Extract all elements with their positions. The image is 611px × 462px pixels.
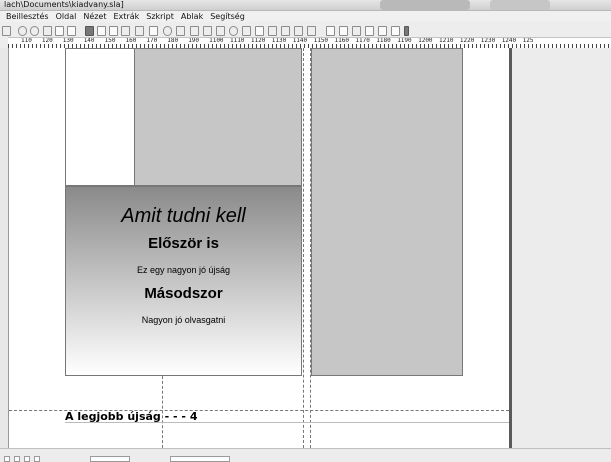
ruler-label: 1150: [313, 37, 329, 44]
status-icon-1[interactable]: [4, 456, 10, 462]
ruler-label: 1160: [334, 37, 349, 44]
image-frame-icon[interactable]: [109, 26, 118, 36]
ruler-label: 180: [167, 37, 179, 44]
headline-text: Amit tudni kell: [121, 205, 246, 227]
pdf-combobox-icon[interactable]: [365, 26, 374, 36]
freehand-icon[interactable]: [203, 26, 212, 36]
ruler-label: 1120: [250, 37, 266, 44]
zoom-field[interactable]: [90, 456, 130, 462]
ruler-label: 1110: [230, 37, 245, 44]
link-frames-icon[interactable]: [255, 26, 264, 36]
window-title: lach\Documents\kiadvany.sla]: [4, 0, 124, 9]
eyedropper-icon[interactable]: [307, 26, 316, 36]
menu-ablak[interactable]: Ablak: [181, 11, 203, 22]
ruler-label: 125: [522, 37, 534, 44]
status-icon-3[interactable]: [24, 456, 30, 462]
ruler-label: 150: [104, 37, 116, 44]
zoom-icon[interactable]: [229, 26, 238, 36]
ruler-label: 140: [83, 37, 95, 44]
page-select[interactable]: [170, 456, 230, 462]
column-guide-2: [303, 48, 304, 448]
white-text-column[interactable]: [65, 48, 135, 186]
print-icon[interactable]: [2, 26, 11, 36]
ruler-label: 160: [125, 37, 137, 44]
ruler-label: 1200: [418, 37, 433, 44]
ruler-label: 1220: [459, 37, 475, 44]
menu-beillesztes[interactable]: Beillesztés: [6, 11, 49, 22]
text-frame-icon[interactable]: [97, 26, 106, 36]
menu-szkript[interactable]: Szkript: [146, 11, 174, 22]
ruler-label: 1240: [501, 37, 517, 44]
copy-properties-icon[interactable]: [294, 26, 303, 36]
measure-icon[interactable]: [281, 26, 290, 36]
menu-oldal[interactable]: Oldal: [56, 11, 77, 22]
pdf-annotation-icon[interactable]: [391, 26, 400, 36]
ruler-label: 1100: [209, 37, 224, 44]
menu-bar: Beillesztés Oldal Nézet Extrák Szkript A…: [0, 11, 611, 22]
document-canvas[interactable]: Amit tudni kell Először is Ez egy nagyon…: [9, 48, 510, 448]
select-tool-icon[interactable]: [85, 26, 94, 36]
unlink-frames-icon[interactable]: [268, 26, 277, 36]
heading-2-text: Másodszor: [144, 285, 223, 302]
ruler-label: 170: [146, 37, 158, 44]
status-icon-2[interactable]: [14, 456, 20, 462]
pdf-text-field-icon[interactable]: [339, 26, 348, 36]
pdf-link-icon[interactable]: [404, 26, 409, 36]
shape-icon[interactable]: [149, 26, 158, 36]
title-bar-decoration: [380, 0, 470, 10]
menu-extrak[interactable]: Extrák: [114, 11, 140, 22]
vertical-ruler[interactable]: [0, 48, 9, 461]
render-frame-icon[interactable]: [121, 26, 130, 36]
pdf-push-button-icon[interactable]: [326, 26, 335, 36]
ruler-label: 190: [188, 37, 200, 44]
copy-icon[interactable]: [55, 26, 64, 36]
paste-icon[interactable]: [67, 26, 76, 36]
polygon-icon[interactable]: [163, 26, 172, 36]
body-1-text: Ez egy nagyon jó újság: [136, 265, 231, 275]
ruler-label: 1170: [355, 37, 370, 44]
body-2-text: Nagyon jó olvasgatni: [141, 315, 226, 325]
line-icon[interactable]: [176, 26, 185, 36]
ruler-label: 1210: [439, 37, 454, 44]
ruler-label: 1230: [480, 37, 496, 44]
pdf-listbox-icon[interactable]: [378, 26, 387, 36]
ruler-label: 1190: [397, 37, 412, 44]
gradient-text-frame[interactable]: Amit tudni kell Először is Ez egy nagyon…: [65, 186, 302, 376]
status-bar: [0, 448, 611, 462]
column-guide-3: [310, 48, 311, 448]
cut-icon[interactable]: [43, 26, 52, 36]
bezier-icon[interactable]: [190, 26, 199, 36]
edit-text-icon[interactable]: [242, 26, 251, 36]
title-bar-decoration-2: [490, 0, 550, 10]
gray-image-frame-2[interactable]: [311, 48, 463, 376]
ruler-label: 130: [62, 37, 74, 44]
status-icon-4[interactable]: [34, 456, 40, 462]
footer-text: A legjobb újság - - - 4: [65, 410, 198, 423]
undo-icon[interactable]: [18, 26, 27, 36]
rotate-icon[interactable]: [216, 26, 225, 36]
title-bar: lach\Documents\kiadvany.sla]: [0, 0, 611, 11]
menu-segitseg[interactable]: Segítség: [210, 11, 245, 22]
ruler-label: 1130: [271, 37, 287, 44]
redo-icon[interactable]: [30, 26, 39, 36]
ruler-label: 1140: [292, 37, 308, 44]
pdf-checkbox-icon[interactable]: [352, 26, 361, 36]
ruler-label: 1180: [376, 37, 391, 44]
heading-1-text: Először is: [148, 235, 219, 252]
ruler-label: 120: [41, 37, 53, 44]
gray-image-frame-1[interactable]: [135, 48, 302, 186]
menu-nezet[interactable]: Nézet: [83, 11, 106, 22]
right-pane: [509, 48, 611, 448]
table-icon[interactable]: [135, 26, 144, 36]
ruler-label: 110: [21, 37, 32, 44]
